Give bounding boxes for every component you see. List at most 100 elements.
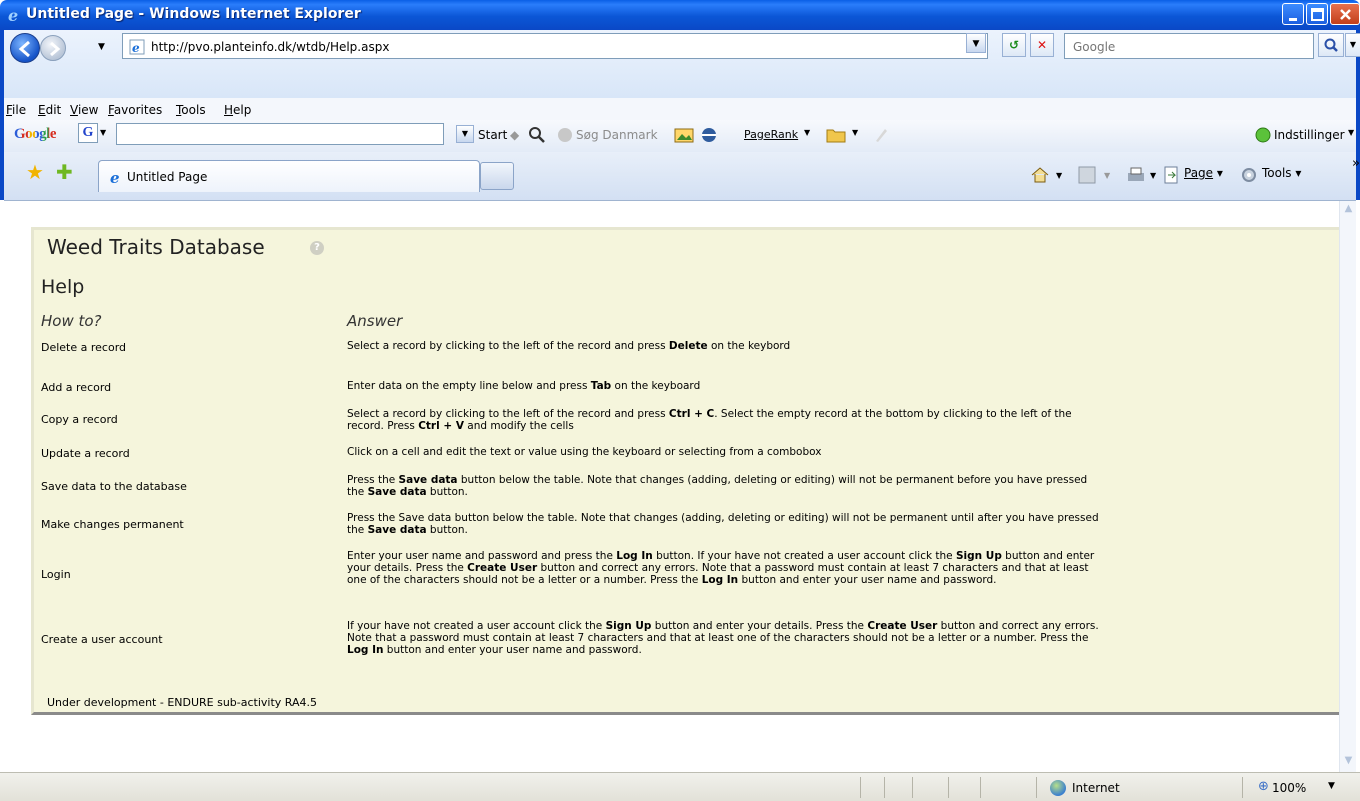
settings-dropdown[interactable]: ▼ (1348, 128, 1354, 137)
home-icon[interactable] (1030, 166, 1050, 187)
menu-help[interactable]: Help (224, 103, 251, 117)
google-logo: Google (14, 126, 57, 143)
sog-danmark-icon[interactable] (556, 126, 574, 144)
answer-text: Click on a cell and edit the text or val… (347, 446, 822, 458)
help-question-icon[interactable]: ? (310, 241, 324, 255)
menu-edit[interactable]: Edit (38, 103, 61, 117)
help-answer: Select a record by clicking to the left … (347, 340, 1107, 352)
menu-view[interactable]: View (70, 103, 98, 117)
back-button[interactable] (10, 33, 40, 63)
maximize-button[interactable] (1306, 3, 1328, 25)
answer-text: button and enter your user name and pass… (383, 644, 642, 656)
folder-dropdown[interactable]: ▼ (852, 128, 858, 137)
internet-zone-icon (1050, 780, 1066, 796)
magnifier-icon[interactable] (528, 126, 546, 144)
globe-icon[interactable] (700, 126, 718, 144)
answer-keyword: Log In (616, 550, 653, 562)
scroll-down-icon[interactable]: ▼ (1342, 755, 1355, 770)
help-question: Create a user account (41, 633, 163, 646)
zoom-dropdown[interactable]: ▼ (1328, 781, 1335, 791)
favorites-center-icon[interactable]: ★ (26, 160, 44, 184)
settings-button[interactable]: Indstillinger (1274, 128, 1345, 142)
tab-label: Untitled Page (127, 170, 208, 184)
forward-button[interactable] (40, 35, 66, 61)
status-bar: Internet ⊕ 100% ▼ (0, 772, 1360, 801)
google-search-button[interactable]: G (78, 123, 98, 143)
help-answer: Enter your user name and password and pr… (347, 550, 1107, 586)
google-search-dropdown[interactable]: ▼ (456, 125, 474, 143)
search-input[interactable] (1071, 39, 1301, 55)
sog-danmark-button[interactable]: Søg Danmark (576, 128, 658, 142)
status-divider (980, 777, 981, 798)
status-divider (1242, 777, 1243, 798)
help-answer: Click on a cell and edit the text or val… (347, 446, 1107, 458)
search-field[interactable] (1064, 33, 1314, 59)
feeds-icon[interactable] (1078, 166, 1096, 187)
refresh-icon[interactable]: ↺ (1002, 33, 1026, 57)
pagerank-dropdown[interactable]: ▼ (804, 128, 810, 137)
minimize-button[interactable] (1282, 3, 1304, 25)
answer-text: button. If your have not created a user … (652, 550, 956, 562)
answer-text: Enter your user name and password and pr… (347, 550, 617, 562)
feeds-dropdown[interactable]: ▼ (1104, 171, 1110, 180)
tab-untitled-page[interactable]: e Untitled Page (98, 160, 480, 192)
tools-gear-icon (1240, 166, 1258, 187)
vertical-scrollbar[interactable]: ▲ ▼ (1339, 201, 1356, 772)
status-divider (912, 777, 913, 798)
close-button[interactable] (1330, 3, 1360, 25)
page-menu-label: Page (1184, 166, 1214, 180)
picture-icon[interactable] (674, 126, 694, 144)
search-options-dropdown[interactable]: ▼ (1345, 33, 1360, 57)
more-chevron-icon[interactable]: » (1352, 156, 1360, 171)
zoom-level[interactable]: 100% (1272, 781, 1306, 795)
site-title: Weed Traits Database (47, 235, 265, 259)
window-titlebar: e Untitled Page - Windows Internet Explo… (0, 0, 1360, 30)
url-text: http://pvo.planteinfo.dk/wtdb/Help.aspx (151, 40, 390, 54)
security-zone-label[interactable]: Internet (1072, 781, 1120, 795)
tools-menu-label: Tools (1262, 166, 1292, 180)
home-dropdown[interactable]: ▼ (1056, 171, 1062, 180)
address-dropdown[interactable]: ▼ (966, 33, 986, 53)
page-menu-button[interactable]: Page ▾ (1184, 166, 1223, 180)
menu-file[interactable]: File (6, 103, 26, 117)
google-search-input[interactable] (116, 123, 444, 145)
start-button[interactable]: Start (478, 128, 507, 142)
search-icon[interactable] (1318, 33, 1344, 57)
menu-tools[interactable]: Tools (176, 103, 206, 117)
svg-text:e: e (132, 41, 140, 55)
answer-keyword: Delete (668, 340, 708, 352)
menu-bar: File Edit View Favorites Tools Help (0, 98, 1360, 120)
help-question: Add a record (41, 381, 112, 394)
tabs-bar: ★ ✚ e Untitled Page ▼ ▼ ▼ Page ▾ Tools ▾… (0, 152, 1360, 200)
help-question: Make changes permanent (41, 518, 184, 531)
print-dropdown[interactable]: ▼ (1150, 171, 1156, 180)
svg-text:e: e (8, 7, 18, 23)
zoom-icon[interactable]: ⊕ (1258, 779, 1269, 794)
add-favorites-icon[interactable]: ✚ (56, 160, 73, 184)
print-icon[interactable] (1126, 166, 1146, 187)
pagerank-button[interactable]: PageRank (744, 128, 798, 141)
google-toolbar: Google G ▼ ▼ Start ◆ Søg Danmark PageRan… (0, 120, 1360, 152)
highlighter-icon[interactable] (872, 126, 890, 144)
answer-keyword: Log In (347, 644, 384, 656)
column-header-howto: How to? (41, 312, 102, 330)
tools-menu-button[interactable]: Tools ▾ (1262, 166, 1301, 180)
settings-status-icon (1254, 126, 1272, 144)
column-header-answer: Answer (347, 312, 403, 330)
new-tab-button[interactable] (480, 162, 514, 190)
answer-keyword: Create User (867, 620, 938, 632)
recent-pages-dropdown[interactable]: ▼ (98, 42, 105, 52)
answer-keyword: Save data (398, 474, 458, 486)
page-icon-cmd (1162, 166, 1180, 187)
answer-keyword: Tab (590, 380, 612, 392)
menu-favorites[interactable]: Favorites (108, 103, 162, 117)
stop-icon[interactable]: ✕ (1030, 33, 1054, 57)
folder-icon[interactable] (826, 126, 846, 144)
scroll-up-icon[interactable]: ▲ (1342, 203, 1355, 218)
address-field[interactable]: e http://pvo.planteinfo.dk/wtdb/Help.asp… (122, 33, 988, 59)
answer-text: on the keyboard (611, 380, 701, 392)
help-panel: Weed Traits Database ? Help How to? Answ… (31, 227, 1343, 715)
google-button-dropdown[interactable]: ▼ (100, 128, 106, 137)
separator-handle: ◆ (510, 128, 520, 142)
ie-logo-icon: e (7, 6, 23, 26)
